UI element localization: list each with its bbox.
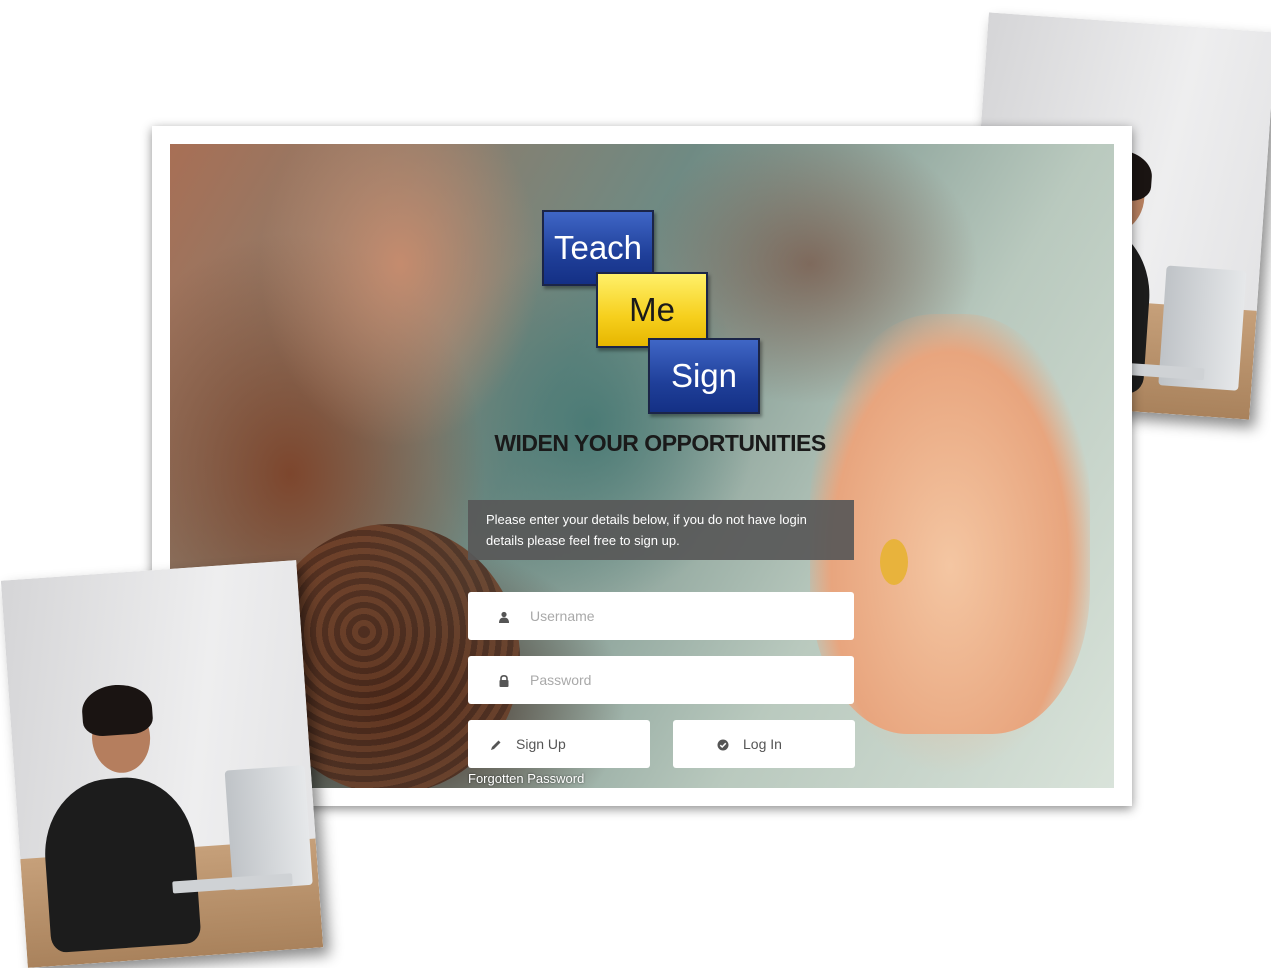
lock-icon [498, 674, 510, 687]
photo-woman-signing-left [0, 560, 324, 968]
slogan: WIDEN YOUR OPPORTUNITIES [494, 430, 826, 456]
username-input[interactable] [528, 607, 852, 625]
user-icon [498, 610, 510, 623]
log-in-label: Log In [743, 736, 782, 752]
info-box: Please enter your details below, if you … [468, 500, 854, 560]
sign-up-button[interactable]: Sign Up [468, 720, 650, 768]
background-photo: Teach Me Sign WIDEN YOUR OPPORTUNITIES P… [170, 144, 1114, 788]
teach-me-sign-logo: Teach Me Sign [542, 210, 760, 415]
logo-tile-me: Me [596, 272, 708, 348]
logo-word-teach: Teach [553, 229, 643, 266]
username-field[interactable] [468, 592, 854, 640]
check-circle-icon [717, 738, 729, 751]
logo-word-me: Me [629, 291, 675, 328]
log-in-button[interactable]: Log In [673, 720, 855, 768]
password-input[interactable] [528, 671, 852, 689]
pencil-icon [490, 738, 502, 750]
sign-up-label: Sign Up [516, 736, 566, 752]
logo-tile-sign: Sign [648, 338, 760, 414]
password-field[interactable] [468, 656, 854, 704]
logo-word-sign: Sign [670, 357, 738, 394]
forgotten-password-link[interactable]: Forgotten Password [468, 771, 584, 786]
background-nail [880, 539, 908, 585]
